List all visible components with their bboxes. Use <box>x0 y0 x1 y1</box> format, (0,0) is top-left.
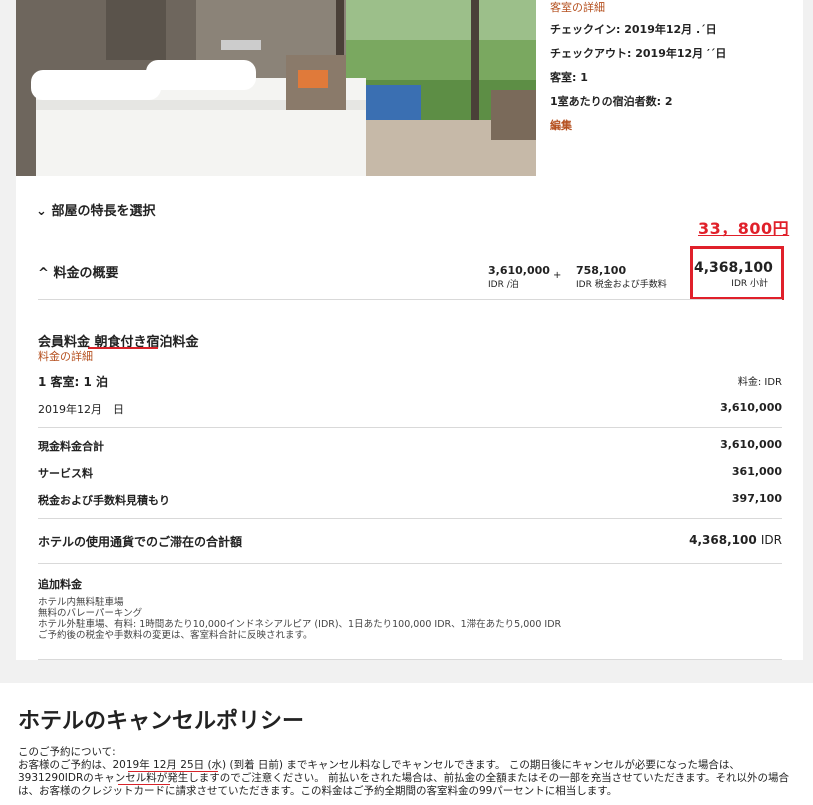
plus-sign: + <box>553 270 562 281</box>
line-label: 税金および手数料見積もり <box>38 494 170 507</box>
total-currency: IDR <box>760 533 782 547</box>
per-night-price: 3,610,000 IDR /泊 <box>488 264 550 290</box>
room-photo <box>16 0 536 176</box>
per-night-label: IDR /泊 <box>488 280 519 290</box>
line-label: サービス料 <box>38 467 93 480</box>
handwritten-underline <box>118 784 170 785</box>
rooms-nights: 1 客室: 1 泊 料金: IDR <box>38 373 782 390</box>
additional-charges-list: ホテル内無料駐車場 無料のバレーパーキング ホテル外駐車場、有料: 1時間あたり… <box>38 597 561 641</box>
stay-details-heading: 客室の詳細 <box>550 1 605 14</box>
additional-charges-heading: 追加料金 <box>38 578 82 591</box>
policy-line: は、お客様のクレジットカードに請求させていただきます。この料金はご予約全期間の客… <box>18 785 618 797</box>
additional-line: ホテル外駐車場、有料: 1時間あたり10,000インドネシアルピア (IDR)、… <box>38 619 562 630</box>
divider <box>38 563 782 564</box>
handwritten-underline <box>88 347 158 349</box>
additional-line: ご予約後の税金や手数料の変更は、客室料合計に反映されます。 <box>38 630 313 641</box>
tax-value: 758,100 <box>576 264 627 277</box>
service-fee-row: サービス料 361,000 <box>38 465 782 481</box>
checkout-date: チェックアウト: 2019年12月 ′´日 <box>550 47 727 60</box>
cash-total-row: 現金料金合計 3,610,000 <box>38 438 782 454</box>
total-amount-wrap: 4,368,100 IDR <box>689 533 782 547</box>
stay-total-row: ホテルの使用通貨でのご滞在の合計額 4,368,100 IDR <box>38 533 782 550</box>
divider <box>38 427 782 428</box>
rooms-nights-label: 1 客室: 1 泊 <box>38 375 109 389</box>
line-amount: 3,610,000 <box>720 438 782 451</box>
stay-details: 客室の詳細 チェックイン: 2019年12月 .´日 チェックアウト: 2019… <box>550 0 800 140</box>
room-features-toggle[interactable]: ⌄ 部屋の特長を選択 <box>36 200 155 219</box>
guest-count: 1室あたりの宿泊者数: 2 <box>550 95 673 108</box>
additional-line: ホテル内無料駐車場 <box>38 597 124 608</box>
line-amount: 361,000 <box>731 465 782 478</box>
divider <box>38 659 782 660</box>
cancellation-policy: ホテルのキャンセルポリシー このご予約について: お客様のご予約は、2019年 … <box>0 683 813 805</box>
handwritten-underline <box>128 771 218 772</box>
per-night-value: 3,610,000 <box>488 264 550 277</box>
tax-price: 758,100 IDR 税金および手数料 <box>576 264 667 290</box>
line-label: 現金料金合計 <box>38 440 104 453</box>
checkin-date: チェックイン: 2019年12月 .´日 <box>550 23 717 36</box>
chevron-up-icon: ^ <box>38 266 49 281</box>
total-label: ホテルの使用通貨でのご滞在の合計額 <box>38 535 243 549</box>
policy-title: ホテルのキャンセルポリシー <box>18 709 305 734</box>
price-summary-toggle[interactable]: ^ 料金の概要 <box>38 262 118 281</box>
rate-date-amount: 3,610,000 <box>720 401 782 414</box>
chevron-down-icon: ⌄ <box>36 204 47 219</box>
total-amount: 4,368,100 <box>689 533 757 547</box>
room-count: 客室: 1 <box>550 71 588 84</box>
nightly-rate-row: 2019年12月 日 3,610,000 <box>38 401 782 417</box>
divider <box>38 518 782 519</box>
rate-currency: 料金: IDR <box>737 377 782 388</box>
room-features-label: 部屋の特長を選択 <box>51 204 156 219</box>
tax-label: IDR 税金および手数料 <box>576 280 667 290</box>
price-summary-label: 料金の概要 <box>53 266 119 281</box>
additional-line: 無料のバレーパーキング <box>38 608 143 619</box>
rate-date: 2019年12月 日 <box>38 403 124 416</box>
edit-link[interactable]: 編集 <box>550 116 800 140</box>
divider <box>38 299 782 300</box>
line-amount: 397,100 <box>731 492 782 505</box>
tax-estimate-row: 税金および手数料見積もり 397,100 <box>38 492 782 508</box>
handwritten-price-note: 33，800円 <box>698 219 790 238</box>
rate-details-link[interactable]: 料金の詳細 <box>38 348 93 364</box>
policy-subtitle: このご予約について: <box>18 746 116 758</box>
subtotal-highlight-box <box>690 246 784 300</box>
